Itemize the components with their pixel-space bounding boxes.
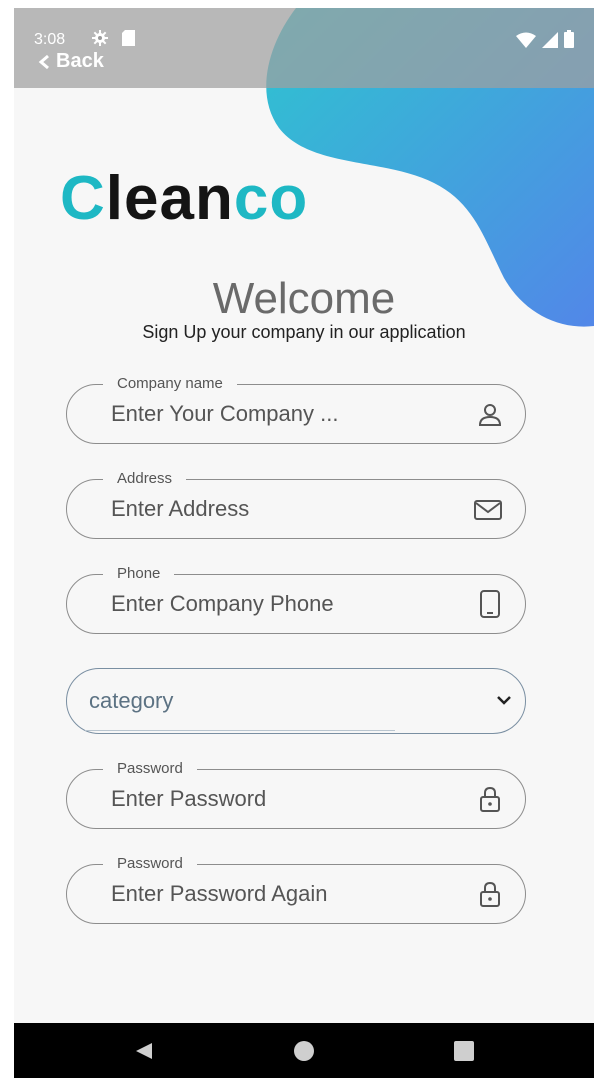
phone-field[interactable]: Phone Enter Company Phone — [66, 565, 526, 634]
password-field[interactable]: Password Enter Password — [66, 760, 526, 829]
back-triangle-icon — [136, 1042, 152, 1059]
status-time: 3:08 — [34, 31, 66, 48]
category-dropdown[interactable]: category — [66, 668, 526, 734]
cleanco-logo: Cleanco — [60, 168, 308, 230]
logo-part-1: C — [60, 164, 106, 233]
address-input[interactable]: Enter Address — [111, 480, 451, 538]
status-bar: 3:08 — [14, 8, 594, 88]
password-again-field[interactable]: Password Enter Password Again — [66, 855, 526, 924]
sd-card-icon — [122, 30, 135, 46]
gear-icon — [92, 30, 108, 46]
company-name-input[interactable]: Enter Your Company ... — [111, 385, 451, 443]
home-circle-icon — [294, 1040, 314, 1061]
chevron-left-icon — [38, 54, 49, 69]
wifi-icon — [516, 32, 536, 48]
password-again-input[interactable]: Enter Password Again — [111, 865, 451, 923]
back-label: Back — [56, 50, 104, 72]
signal-icon — [542, 32, 558, 48]
nav-back-button[interactable] — [114, 1023, 174, 1078]
battery-icon — [564, 30, 574, 48]
chevron-down-icon — [497, 696, 511, 705]
navigation-bar — [14, 1023, 594, 1078]
mail-icon — [474, 500, 502, 520]
welcome-title: Welcome — [212, 274, 396, 323]
logo-part-3: co — [233, 164, 309, 233]
phone-input[interactable]: Enter Company Phone — [111, 575, 451, 633]
company-name-field[interactable]: Company name Enter Your Company ... — [66, 375, 526, 444]
lock-icon — [480, 786, 500, 812]
app-screen: 3:08 Back Cleanco Welcome Sign Up your c… — [14, 8, 594, 1078]
lock-icon — [480, 881, 500, 907]
category-value: category — [89, 688, 174, 713]
dropdown-underline — [85, 730, 395, 731]
back-button[interactable]: Back — [38, 50, 104, 73]
smartphone-icon — [480, 590, 500, 618]
password-input[interactable]: Enter Password — [111, 770, 451, 828]
recents-square-icon — [454, 1040, 474, 1061]
person-icon — [478, 404, 502, 426]
welcome-subtitle: Sign Up your company in our application — [142, 322, 466, 342]
nav-recents-button[interactable] — [434, 1023, 494, 1078]
nav-home-button[interactable] — [274, 1023, 334, 1078]
address-field[interactable]: Address Enter Address — [66, 470, 526, 539]
logo-part-2: lean — [105, 164, 234, 233]
